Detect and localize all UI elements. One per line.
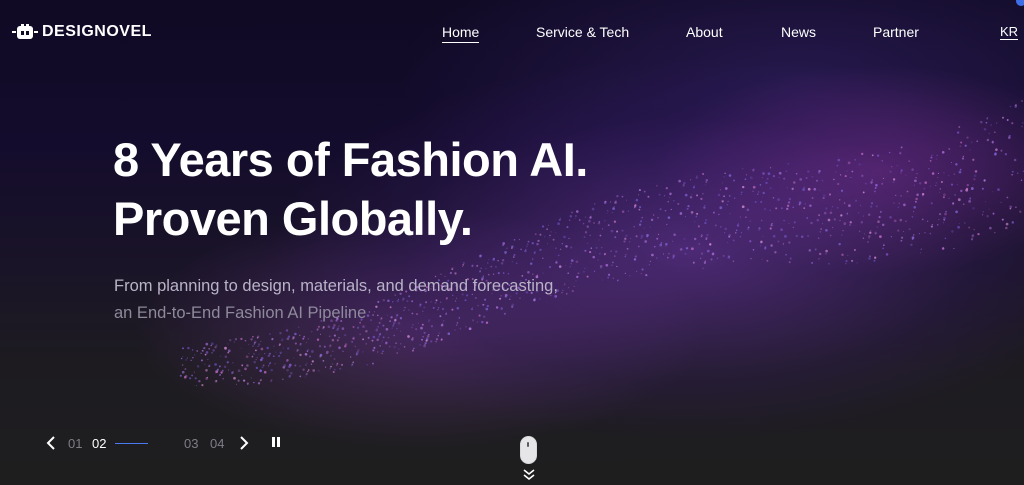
pause-icon[interactable]	[271, 436, 283, 450]
mouse-scroll-icon	[520, 436, 537, 464]
nav-item-partner[interactable]: Partner	[873, 24, 919, 40]
hero-subline-line-2: an End-to-End Fashion AI Pipeline	[114, 304, 367, 322]
corner-indicator	[1016, 0, 1024, 6]
hero-subline-line-1: From planning to design, materials, and …	[114, 277, 558, 295]
chevron-left-icon[interactable]	[44, 435, 58, 451]
slide-number-3[interactable]: 03	[184, 436, 198, 451]
nav-item-about[interactable]: About	[686, 24, 723, 40]
scroll-down-indicator[interactable]	[519, 436, 541, 485]
slide-pagination: 01 02 03 04	[44, 434, 294, 454]
slide-progress-bar	[115, 443, 148, 444]
nav-item-service-tech[interactable]: Service & Tech	[536, 24, 629, 40]
double-chevron-down-icon	[523, 469, 535, 481]
hero-headline-line-1: 8 Years of Fashion AI.	[113, 133, 588, 186]
hero-section: DESIGNOVEL Home Service & Tech About New…	[0, 0, 1024, 485]
slide-number-4[interactable]: 04	[210, 436, 224, 451]
chevron-right-icon[interactable]	[237, 435, 251, 451]
main-nav: Home Service & Tech About News Partner	[0, 24, 1024, 44]
slide-number-2[interactable]: 02	[92, 436, 106, 451]
hero-headline: 8 Years of Fashion AI. Proven Globally.	[113, 130, 588, 248]
slide-number-1[interactable]: 01	[68, 436, 82, 451]
site-header: DESIGNOVEL Home Service & Tech About New…	[0, 0, 1024, 66]
language-toggle[interactable]: KR	[1000, 24, 1019, 40]
hero-subline: From planning to design, materials, and …	[114, 273, 558, 327]
nav-item-news[interactable]: News	[781, 24, 816, 40]
hero-headline-line-2: Proven Globally.	[113, 192, 473, 245]
nav-item-home[interactable]: Home	[442, 24, 480, 43]
